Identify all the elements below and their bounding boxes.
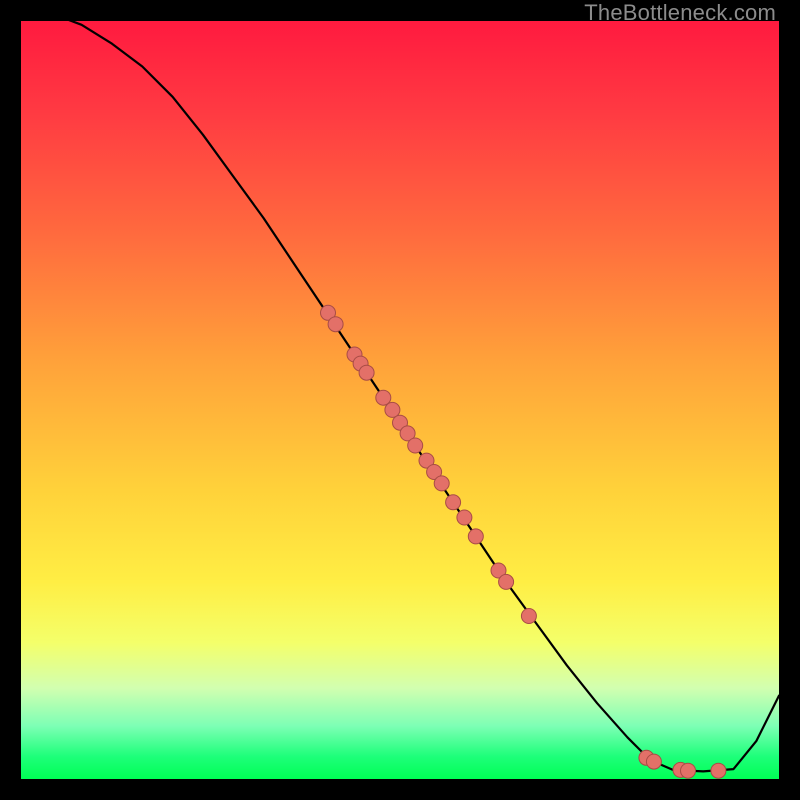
data-point bbox=[521, 609, 536, 624]
bottleneck-curve bbox=[21, 6, 779, 772]
data-point bbox=[499, 574, 514, 589]
data-point bbox=[434, 476, 449, 491]
chart-stage: TheBottleneck.com bbox=[0, 0, 800, 800]
data-point bbox=[711, 763, 726, 778]
data-point bbox=[468, 529, 483, 544]
data-point bbox=[359, 365, 374, 380]
data-point bbox=[446, 495, 461, 510]
data-point bbox=[457, 510, 472, 525]
data-point bbox=[408, 438, 423, 453]
data-point bbox=[328, 317, 343, 332]
scatter-group bbox=[321, 305, 726, 778]
data-point bbox=[681, 763, 696, 778]
data-point bbox=[646, 754, 661, 769]
chart-overlay bbox=[21, 21, 779, 779]
